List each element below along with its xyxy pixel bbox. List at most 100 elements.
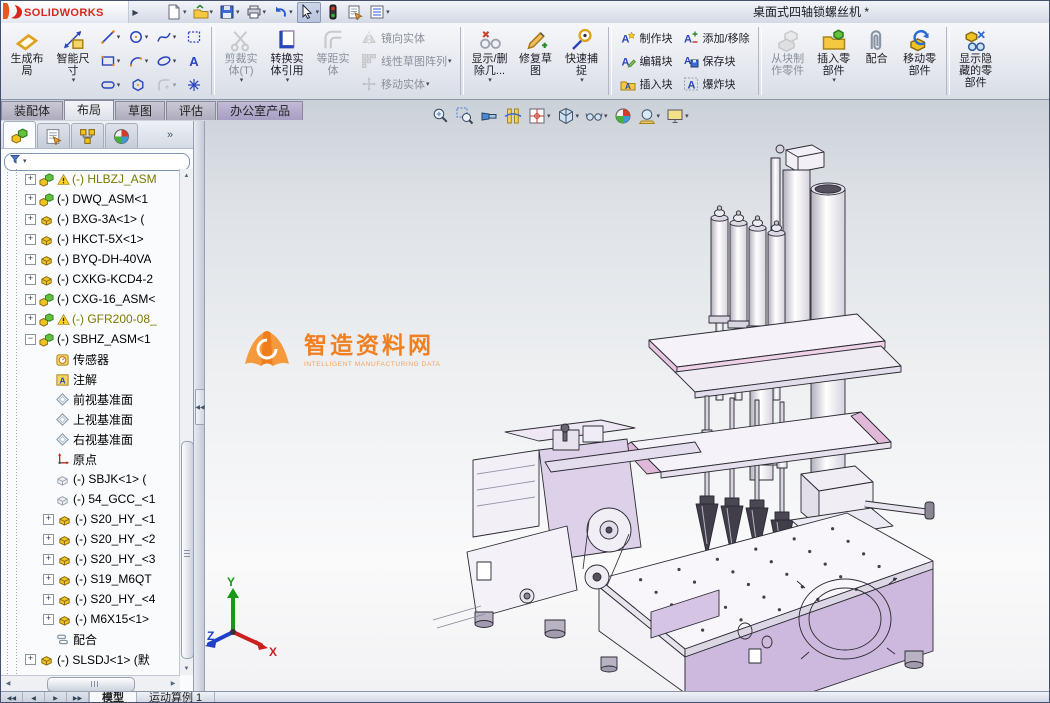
sketch-slot-button[interactable]: ▾ bbox=[96, 73, 124, 97]
expand-icon[interactable]: + bbox=[43, 554, 54, 565]
expand-icon[interactable]: + bbox=[25, 174, 36, 185]
dropdown-caret-icon[interactable]: ▾ bbox=[173, 82, 177, 89]
dropdown-caret-icon[interactable]: ▾ bbox=[488, 77, 492, 84]
dropdown-caret-icon[interactable]: ▾ bbox=[685, 113, 689, 120]
dropdown-caret-icon[interactable]: ▾ bbox=[117, 82, 121, 89]
expand-icon[interactable]: + bbox=[25, 214, 36, 225]
move-entities-button[interactable]: 移动实体▾ bbox=[356, 73, 457, 96]
tree-horizontal-scrollbar[interactable]: ◀ ▶ bbox=[1, 675, 180, 691]
zoom-to-area-button[interactable] bbox=[453, 105, 477, 127]
dropdown-caret-icon[interactable]: ▾ bbox=[117, 58, 121, 65]
dropdown-caret-icon[interactable]: ▾ bbox=[173, 34, 177, 41]
linear-sketch-pattern-button[interactable]: 线性草图阵列▾ bbox=[356, 50, 457, 73]
options-button[interactable]: ▾ bbox=[367, 2, 392, 23]
dropdown-caret-icon[interactable]: ▾ bbox=[236, 9, 240, 16]
expand-icon[interactable]: + bbox=[43, 594, 54, 605]
dropdown-caret-icon[interactable]: ▾ bbox=[386, 9, 390, 16]
dropdown-caret-icon[interactable]: ▾ bbox=[547, 113, 551, 120]
previous-frame-button[interactable]: ◀ bbox=[23, 692, 45, 703]
apply-scene-button[interactable]: ▾ bbox=[635, 105, 664, 127]
sketch-polygon-button[interactable] bbox=[124, 73, 152, 97]
tree-row[interactable]: −(-) SBHZ_ASM<1 bbox=[1, 329, 180, 349]
show-hidden-components-button[interactable]: 显示隐藏的零部件 bbox=[953, 24, 999, 98]
explode-block-button[interactable]: A爆炸块 bbox=[678, 73, 755, 96]
dropdown-caret-icon[interactable]: ▾ bbox=[286, 77, 290, 84]
command-tab-5[interactable]: 办公室产品 bbox=[217, 101, 303, 120]
sketch-circle-button[interactable]: ▾ bbox=[124, 25, 152, 49]
expand-icon[interactable]: + bbox=[25, 194, 36, 205]
mirror-entities-button[interactable]: 镜向实体 bbox=[356, 27, 457, 50]
tree-row[interactable]: +(-) DWQ_ASM<1 bbox=[1, 189, 180, 209]
tree-row[interactable]: 上视基准面 bbox=[1, 409, 180, 429]
tree-row[interactable]: +(-) M6X15<1> bbox=[1, 609, 180, 629]
expand-icon[interactable]: + bbox=[43, 614, 54, 625]
tree-row[interactable]: +(-) GFR200-08_ bbox=[1, 309, 180, 329]
scroll-left-icon[interactable]: ◀ bbox=[1, 677, 15, 691]
expand-icon[interactable]: + bbox=[25, 254, 36, 265]
tree-filter-input[interactable]: ▾ bbox=[4, 153, 190, 171]
hide-show-items-button[interactable]: ▾ bbox=[582, 105, 611, 127]
display-delete-relations-button[interactable]: 显示/删除几...▾ bbox=[467, 24, 513, 98]
scroll-down-icon[interactable]: ▼ bbox=[180, 662, 193, 675]
expand-icon[interactable]: + bbox=[43, 574, 54, 585]
quick-snaps-button[interactable]: 快速捕捉▾ bbox=[559, 24, 605, 98]
expand-icon[interactable]: + bbox=[43, 514, 54, 525]
offset-entities-button[interactable]: 等距实体 bbox=[310, 24, 356, 98]
tree-row[interactable]: (-) SBJK<1> ( bbox=[1, 469, 180, 489]
first-frame-button[interactable]: ◀◀ bbox=[1, 692, 23, 703]
dropdown-caret-icon[interactable]: ▾ bbox=[832, 77, 836, 84]
sketch-point-button[interactable] bbox=[180, 73, 208, 97]
save-button[interactable]: ▾ bbox=[217, 2, 242, 23]
tree-row[interactable]: 原点 bbox=[1, 449, 180, 469]
tree-row[interactable]: +(-) CXG-16_ASM< bbox=[1, 289, 180, 309]
new-document-button[interactable]: ▾ bbox=[164, 2, 189, 23]
tree-row[interactable]: +(-) S20_HY_<1 bbox=[1, 509, 180, 529]
dropdown-caret-icon[interactable]: ▾ bbox=[657, 113, 661, 120]
scroll-up-icon[interactable]: ▲ bbox=[180, 169, 193, 182]
dropdown-caret-icon[interactable]: ▾ bbox=[145, 58, 149, 65]
view-settings-button[interactable]: ▾ bbox=[663, 105, 692, 127]
panel-collapse-handle[interactable]: ◀◀ bbox=[195, 389, 205, 425]
horizontal-scroll-thumb[interactable] bbox=[47, 677, 135, 692]
tree-row[interactable]: +(-) S19_M6QT bbox=[1, 569, 180, 589]
last-frame-button[interactable]: ▶▶ bbox=[67, 692, 89, 703]
tree-row[interactable]: +(-) HKCT-5X<1> bbox=[1, 229, 180, 249]
insert-block-button[interactable]: A插入块 bbox=[615, 73, 678, 96]
tree-row[interactable]: +(-) BYQ-DH-40VA bbox=[1, 249, 180, 269]
previous-view-button[interactable] bbox=[477, 105, 501, 127]
command-tab-4[interactable]: 评估 bbox=[166, 101, 216, 120]
dropdown-caret-icon[interactable]: ▾ bbox=[183, 9, 187, 16]
dropdown-caret-icon[interactable]: ▾ bbox=[426, 81, 430, 88]
sketch-ellipse-button[interactable]: ▾ bbox=[152, 49, 180, 73]
zoom-to-fit-button[interactable] bbox=[429, 105, 453, 127]
dropdown-caret-icon[interactable]: ▾ bbox=[173, 58, 177, 65]
selection-filter-button[interactable] bbox=[323, 2, 343, 23]
tree-row[interactable]: 配合 bbox=[1, 629, 180, 649]
assembly-model[interactable]: Y X Z bbox=[205, 100, 1050, 691]
sketch-arc-button[interactable]: ▾ bbox=[124, 49, 152, 73]
select-button[interactable]: ▾ bbox=[297, 2, 322, 23]
filter-caret-icon[interactable]: ▾ bbox=[23, 158, 27, 165]
propertymanager-tab[interactable] bbox=[37, 123, 70, 148]
save-block-button[interactable]: A保存块 bbox=[678, 50, 755, 73]
sketch-selection-box-button[interactable] bbox=[180, 25, 208, 49]
move-component-button[interactable]: 移动零部件 bbox=[897, 24, 943, 98]
convert-entities-button[interactable]: 转换实体引用▾ bbox=[264, 24, 310, 98]
tree-row[interactable]: 右视基准面 bbox=[1, 429, 180, 449]
tree-row[interactable]: +(-) HLBZJ_ASM bbox=[1, 169, 180, 189]
dropdown-caret-icon[interactable]: ▾ bbox=[604, 113, 608, 120]
tree-row[interactable]: +(-) CXKG-KCD4-2 bbox=[1, 269, 180, 289]
next-frame-button[interactable]: ▶ bbox=[45, 692, 67, 703]
print-button[interactable]: ▾ bbox=[244, 2, 269, 23]
tree-row[interactable]: +(-) BXG-3A<1> ( bbox=[1, 209, 180, 229]
sketch-text-button[interactable]: A bbox=[180, 49, 208, 73]
tree-row[interactable]: 前视基准面 bbox=[1, 389, 180, 409]
tree-row[interactable]: (-) 54_GCC_<1 bbox=[1, 489, 180, 509]
expand-icon[interactable]: + bbox=[25, 274, 36, 285]
dropdown-caret-icon[interactable]: ▾ bbox=[289, 9, 293, 16]
smart-dimension-button[interactable]: 智能尺寸▾ bbox=[50, 24, 96, 98]
tree-row[interactable]: +(-) S20_HY_<4 bbox=[1, 589, 180, 609]
add-remove-button[interactable]: A添加/移除 bbox=[678, 27, 755, 50]
tree-row[interactable]: 传感器 bbox=[1, 349, 180, 369]
panel-tabs-overflow[interactable]: » bbox=[167, 129, 173, 141]
